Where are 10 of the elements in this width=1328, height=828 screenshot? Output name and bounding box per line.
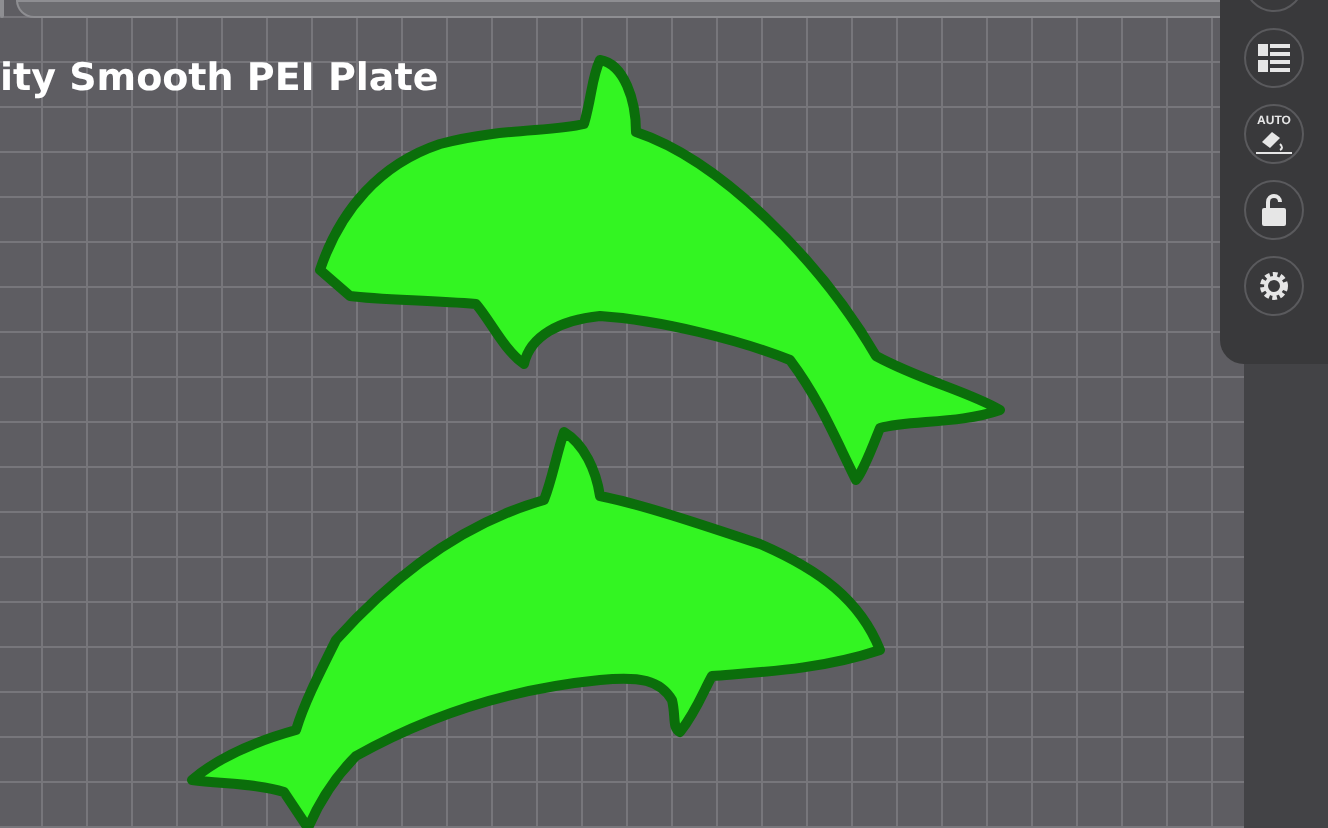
settings-icon xyxy=(1258,270,1290,302)
dolphin-model[interactable] xyxy=(187,427,885,828)
dolphin-model[interactable] xyxy=(315,55,1005,485)
plate-label: ity Smooth PEI Plate xyxy=(0,56,439,100)
lock-icon xyxy=(1262,194,1286,226)
list-button[interactable] xyxy=(1244,28,1304,88)
eraser-icon xyxy=(1256,129,1292,153)
lock-button[interactable] xyxy=(1244,180,1304,240)
list-icon xyxy=(1258,44,1290,72)
settings-button[interactable] xyxy=(1244,256,1304,316)
